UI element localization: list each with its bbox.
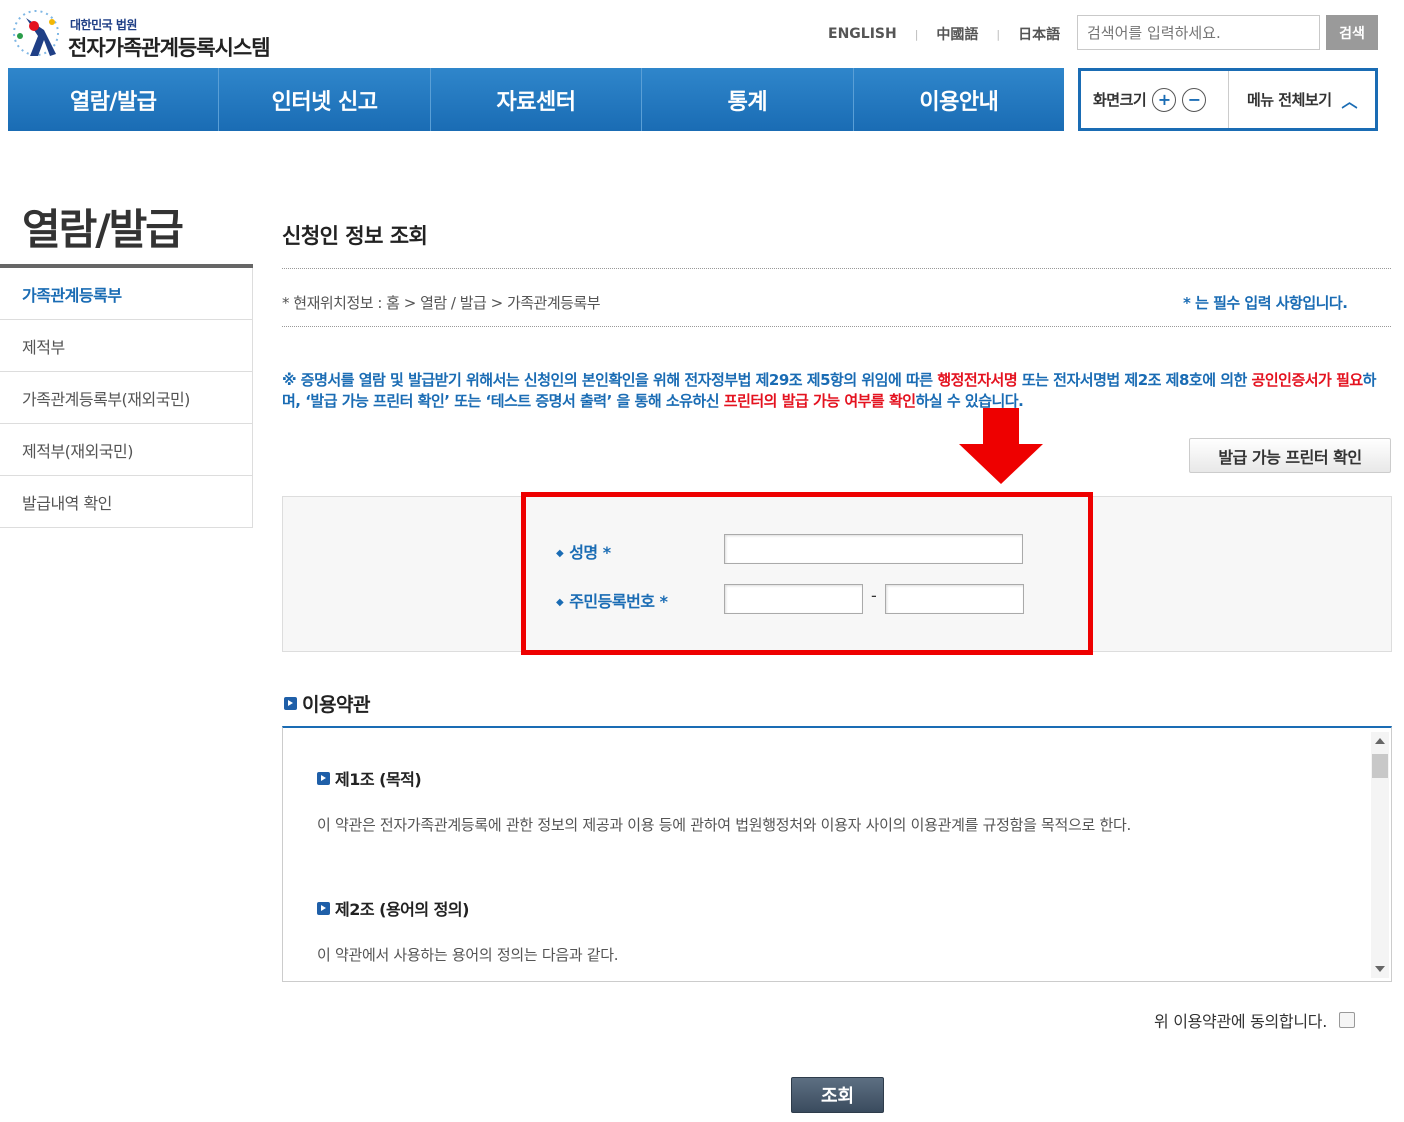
section-bullet-icon [284, 697, 297, 710]
notice-text: ※ 증명서를 열람 및 발급받기 위해서는 신청인의 본인확인을 위해 전자정부… [282, 370, 1387, 412]
down-arrow-icon [959, 408, 1043, 484]
sidebar-item-family-register[interactable]: 가족관계등록부 [0, 268, 252, 320]
lang-separator: | [996, 27, 1001, 41]
sidebar-title: 열람/발급 [22, 205, 184, 254]
article-1-title: 제1조 (목적) [317, 766, 422, 790]
title-divider [282, 268, 1391, 269]
sidebar-menu: 가족관계등록부 제적부 가족관계등록부(재외국민) 제적부(재외국민) 발급내역… [0, 268, 253, 528]
article-1-body: 이 약관은 전자가족관계등록에 관한 정보의 제공과 이용 등에 관하여 법원행… [317, 816, 1131, 834]
nav-item-guide[interactable]: 이용안내 [854, 68, 1064, 131]
chevron-up-icon: ︿ [1341, 91, 1358, 111]
highlight-box [521, 492, 1093, 655]
section-bullet-icon [317, 771, 330, 785]
notice-part-1: ※ 증명서를 열람 및 발급받기 위해서는 신청인의 본인확인을 위해 전자정부… [282, 371, 938, 389]
terms-scrollbar[interactable] [1371, 732, 1389, 978]
sidebar-item-removed-register-overseas[interactable]: 제적부(재외국민) [0, 424, 252, 476]
nav-item-view-issue[interactable]: 열람/발급 [8, 68, 220, 131]
logo-title: 전자가족관계등록시스템 [68, 36, 271, 60]
lang-japanese-link[interactable]: 日本語 [1018, 24, 1060, 44]
breadcrumb-divider [282, 326, 1391, 327]
logo-subtitle: 대한민국 법원 [70, 18, 137, 32]
nav-item-resource-center[interactable]: 자료센터 [431, 68, 643, 131]
section-bullet-icon [317, 901, 330, 915]
court-logo-icon [13, 10, 59, 56]
article-2-title: 제2조 (용어의 정의) [317, 896, 469, 920]
sidebar-item-removed-register[interactable]: 제적부 [0, 320, 252, 372]
nav-item-internet-report[interactable]: 인터넷 신고 [219, 68, 431, 131]
sidebar-item-family-register-overseas[interactable]: 가족관계등록부(재외국민) [0, 372, 252, 424]
main-nav: 열람/발급 인터넷 신고 자료센터 통계 이용안내 [8, 68, 1064, 131]
lang-separator: | [914, 27, 919, 41]
terms-heading: 이용약관 [284, 690, 370, 717]
required-note: * 는 필수 입력 사항입니다. [1183, 294, 1348, 312]
article-2-body: 이 약관에서 사용하는 용어의 정의는 다음과 같다. [317, 946, 619, 964]
notice-part-2: 또는 전자서명법 제2조 제8호에 의한 [1017, 371, 1252, 389]
search-input[interactable] [1077, 15, 1320, 50]
zoom-in-icon[interactable]: + [1152, 87, 1177, 112]
font-size-label: 화면크기 [1093, 91, 1147, 109]
terms-agree: 위 이용약관에 동의합니다. [1154, 1008, 1355, 1032]
terms-content[interactable]: 제1조 (목적) 이 약관은 전자가족관계등록에 관한 정보의 제공과 이용 등… [282, 726, 1392, 982]
agree-label: 위 이용약관에 동의합니다. [1154, 1012, 1327, 1031]
utility-bar: 화면크기 + − 메뉴 전체보기 ︿ [1078, 68, 1378, 131]
scroll-down-icon[interactable] [1375, 966, 1385, 972]
all-menu-button[interactable]: 메뉴 전체보기 ︿ [1229, 71, 1375, 128]
article-1-title-text: 제1조 (목적) [335, 770, 422, 789]
site-logo[interactable]: 대한민국 법원 전자가족관계등록시스템 [6, 6, 286, 60]
printer-check-button[interactable]: 발급 가능 프린터 확인 [1189, 438, 1391, 473]
agree-checkbox[interactable] [1338, 1012, 1355, 1028]
scroll-up-icon[interactable] [1375, 738, 1385, 744]
search-submit-button[interactable]: 조회 [791, 1077, 884, 1113]
notice-highlight-3: 프린터의 발급 가능 여부를 확인 [723, 392, 916, 410]
terms-heading-text: 이용약관 [302, 694, 370, 716]
language-links: ENGLISH | 中國語 | 日本語 [828, 24, 1060, 44]
article-2-title-text: 제2조 (용어의 정의) [335, 900, 469, 919]
zoom-out-icon[interactable]: − [1182, 87, 1207, 112]
all-menu-label: 메뉴 전체보기 [1246, 91, 1332, 109]
font-size-control: 화면크기 + − [1081, 71, 1229, 128]
lang-english-link[interactable]: ENGLISH [828, 26, 897, 42]
nav-item-statistics[interactable]: 통계 [642, 68, 854, 131]
breadcrumb: * 현재위치정보 : 홈 > 열람 / 발급 > 가족관계등록부 [282, 294, 601, 312]
lang-chinese-link[interactable]: 中國語 [936, 24, 978, 44]
page-title: 신청인 정보 조회 [282, 224, 428, 248]
search-button[interactable]: 검색 [1326, 15, 1378, 50]
notice-highlight-2: 공인인증서가 필요 [1251, 371, 1364, 389]
notice-highlight-1: 행정전자서명 [937, 371, 1018, 389]
sidebar-item-issue-history[interactable]: 발급내역 확인 [0, 476, 252, 528]
scroll-thumb[interactable] [1372, 754, 1388, 778]
